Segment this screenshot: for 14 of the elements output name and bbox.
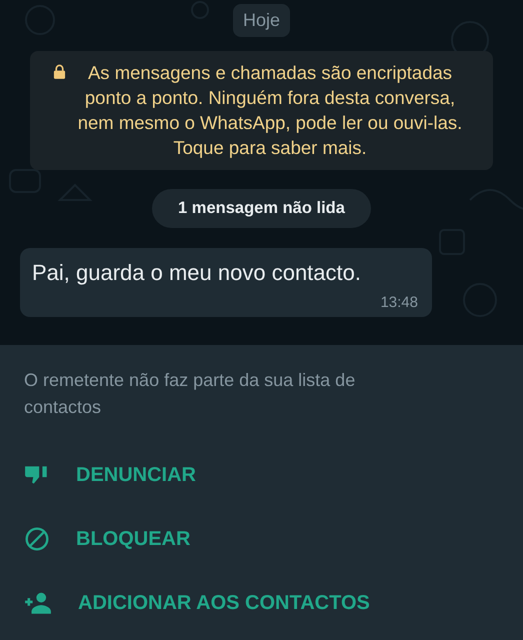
date-chip: Hoje	[232, 4, 290, 37]
encryption-notice-card[interactable]: As mensagens e chamadas são encriptadas ponto a ponto. Ninguém fora desta conversa, nem mesmo o WhatsApp, pode ler ou ouvi-las. Toque para saber mais.	[30, 51, 493, 170]
encryption-notice: As mensagens e chamadas são encriptadas ponto a ponto. Ninguém fora desta conversa, nem mesmo o WhatsApp, pode ler ou ouvi-las. Toque para saber mais.	[76, 61, 464, 160]
message-text: Pai, guarda o meu novo contacto.	[32, 259, 362, 287]
add-contact-button[interactable]: ADICIONAR AOS CONTACTOS	[24, 571, 370, 635]
lock-icon	[53, 64, 66, 79]
message-time: 13:48	[380, 294, 418, 311]
add-person-icon	[24, 590, 52, 616]
message-bubble[interactable]: Pai, guarda o meu novo contacto. 13:48	[20, 248, 432, 317]
unknown-sender-notice: O remetente não faz parte da sua lista de contactos	[24, 369, 356, 419]
block-icon	[24, 526, 50, 552]
report-button[interactable]: DENUNCIAR	[24, 443, 196, 507]
unread-banner: 1 mensagem não lida	[152, 189, 371, 228]
block-button[interactable]: BLOQUEAR	[24, 507, 190, 571]
